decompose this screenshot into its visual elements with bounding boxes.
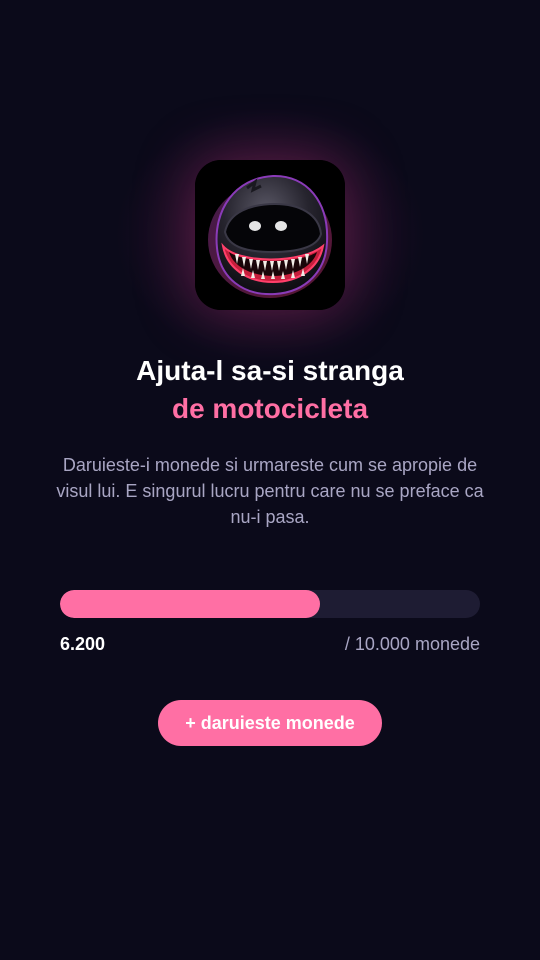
- description-text: Daruieste-i monede si urmareste cum se a…: [56, 455, 484, 527]
- progress-bar: [60, 590, 480, 618]
- donate-coins-button[interactable]: + daruieste monede: [158, 700, 382, 746]
- current-amount: 6.200: [60, 634, 106, 654]
- title-line-2-highlight: de motocicleta: [171, 393, 369, 424]
- title-line-1: Ajuta-l sa-si stranga: [136, 355, 404, 386]
- page-title: Ajuta-l sa-si stranga de motocicleta: [0, 352, 540, 428]
- progress-bar-fill: [60, 590, 321, 618]
- helmet-monster-icon: [195, 160, 345, 310]
- donation-screen: Ajuta-l sa-si stranga de motocicleta Dar…: [0, 0, 540, 960]
- goal-amount: / 10.000 monede: [344, 634, 480, 654]
